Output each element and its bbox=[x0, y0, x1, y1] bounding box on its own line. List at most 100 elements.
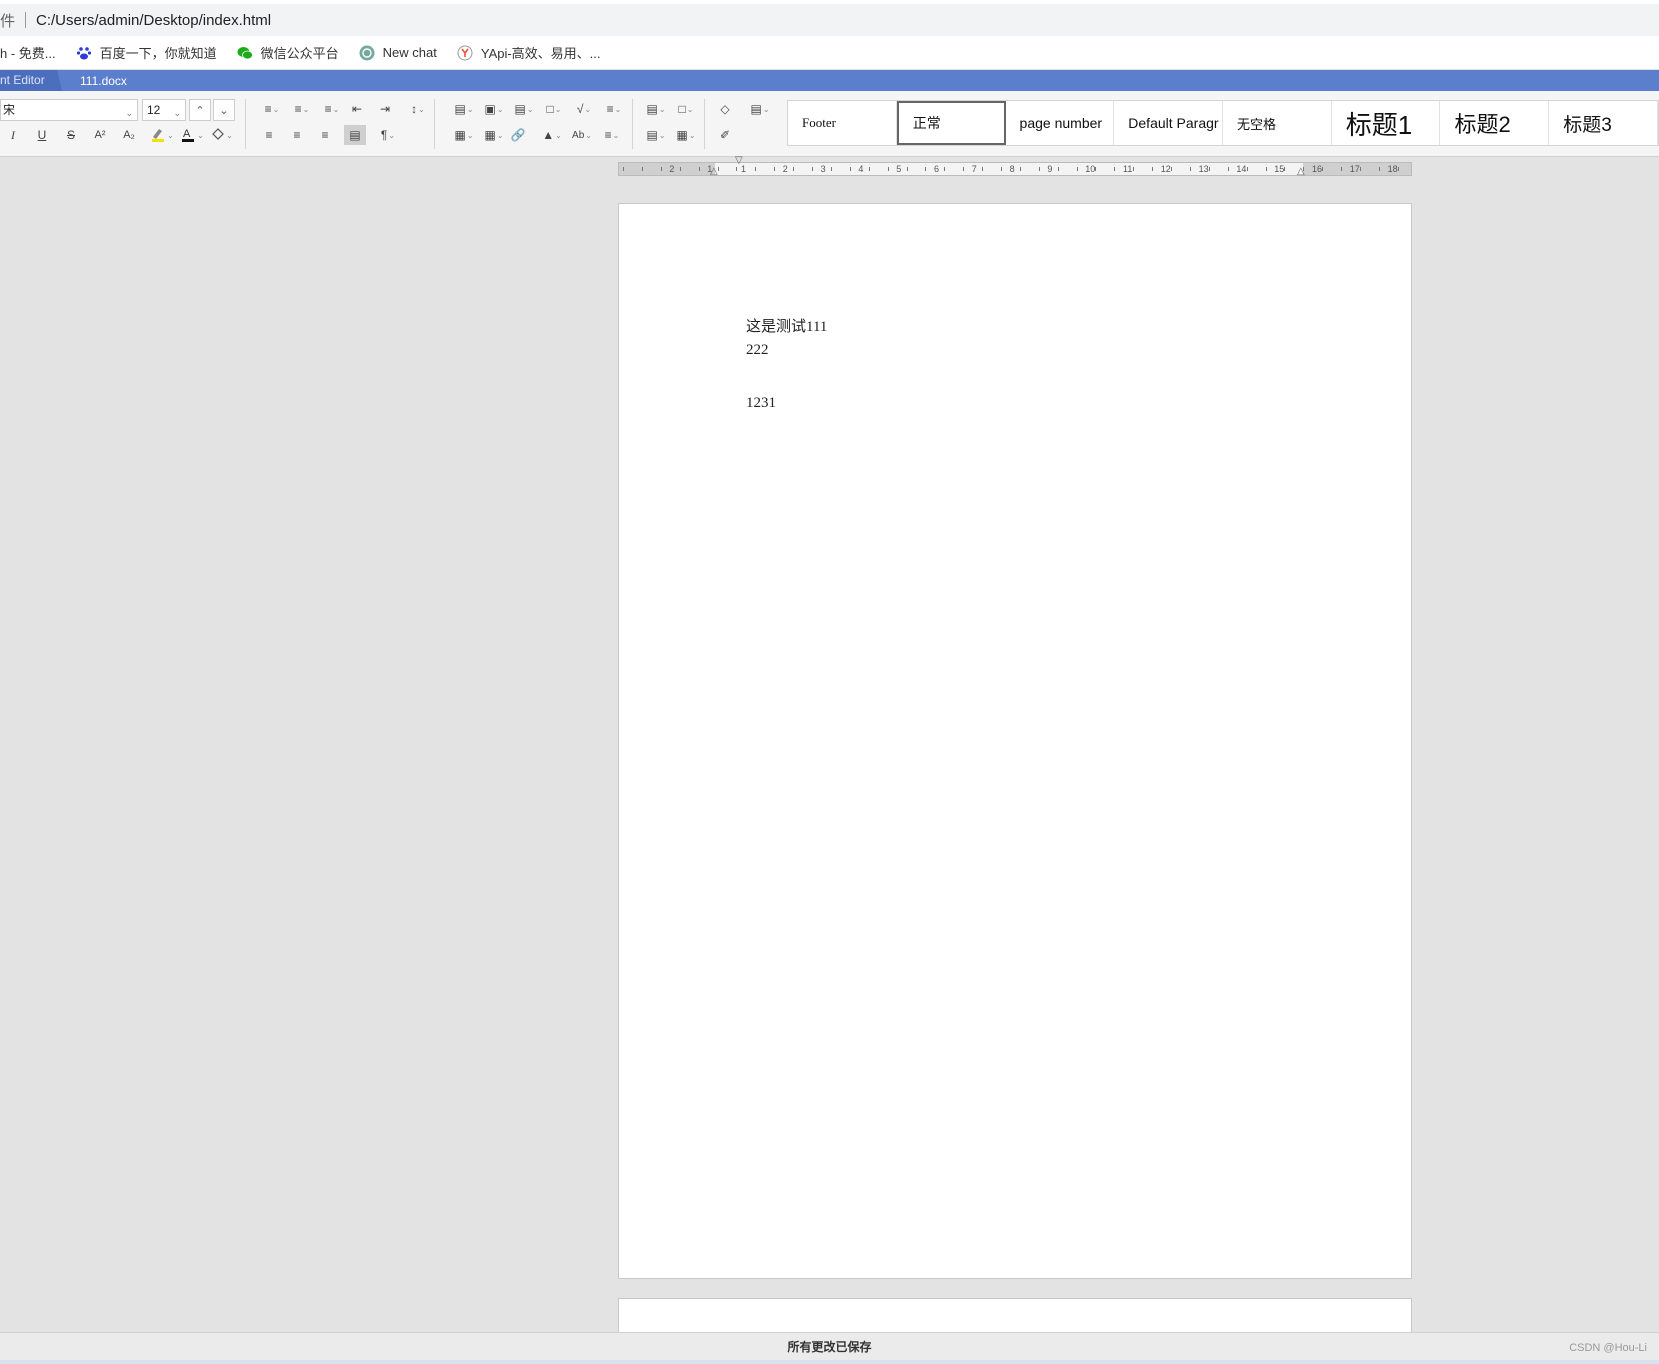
decrease-font-size-button[interactable]: ⌄ bbox=[213, 99, 235, 121]
ruler-tick bbox=[944, 167, 945, 171]
yapi-icon bbox=[457, 45, 473, 61]
page-size-button[interactable]: ▤ ⌄ bbox=[642, 125, 670, 145]
increase-font-size-button[interactable]: ⌃ bbox=[189, 99, 211, 121]
ruler-number: 1 bbox=[741, 164, 747, 174]
decrease-indent-button[interactable]: ⇤ bbox=[346, 99, 368, 119]
chevron-down-icon: ⌄ bbox=[466, 104, 474, 114]
bookmark-item[interactable]: h - 免费... bbox=[0, 43, 56, 62]
chevron-down-icon: ⌄ bbox=[197, 130, 204, 140]
paragraph-marks-button[interactable]: ¶ ⌄ bbox=[374, 125, 402, 145]
text-direction-icon: ≡ bbox=[604, 128, 612, 142]
spell-check-button[interactable]: Ab ⌄ bbox=[568, 125, 596, 145]
ruler-tick bbox=[831, 167, 832, 171]
ruler-tick bbox=[869, 167, 870, 171]
bookmark-baidu[interactable]: 百度一下，你就知道 bbox=[76, 43, 217, 62]
insert-image-button[interactable]: ▣ ⌄ bbox=[480, 99, 508, 119]
text-direction-button[interactable]: ≡ ⌄ bbox=[598, 125, 626, 145]
textbox-icon: □ bbox=[546, 102, 554, 116]
clear-formatting-button[interactable]: ◇ bbox=[714, 99, 736, 119]
insert-textbox-button[interactable]: □ ⌄ bbox=[540, 99, 568, 119]
insert-chart-button[interactable]: ▤ ⌄ bbox=[510, 99, 538, 119]
align-center-button[interactable]: ≡ bbox=[286, 125, 308, 145]
tab-app-name[interactable]: nt Editor bbox=[0, 70, 62, 91]
style-no-spacing[interactable]: 无空格 bbox=[1223, 101, 1332, 145]
chevron-down-icon: ⌄ bbox=[526, 104, 534, 114]
ruler-tick bbox=[925, 167, 926, 171]
insert-shape-button[interactable]: ▲ ⌄ bbox=[538, 125, 566, 145]
ruler-tick bbox=[1171, 167, 1172, 171]
align-right-button[interactable]: ≡ bbox=[314, 125, 336, 145]
borders-button[interactable]: ▦ ⌄ bbox=[450, 125, 478, 145]
subscript-button[interactable]: A₂ bbox=[118, 125, 140, 145]
insert-link-button[interactable]: 🔗 bbox=[507, 125, 529, 145]
tab-document[interactable]: 111.docx bbox=[80, 74, 127, 88]
align-center-icon: ≡ bbox=[293, 128, 301, 142]
italic-button[interactable]: I bbox=[2, 125, 24, 145]
change-case-button[interactable]: ▤ ⌄ bbox=[746, 99, 774, 119]
document-line[interactable]: 这是测试111 bbox=[746, 315, 827, 336]
ruler-tick bbox=[755, 167, 756, 171]
superscript-button[interactable]: A² bbox=[89, 125, 111, 145]
ruler-number: 13 bbox=[1198, 164, 1209, 174]
ruler-tick bbox=[812, 167, 813, 171]
baidu-paw-icon bbox=[76, 45, 92, 61]
font-color-button[interactable]: A ⌄ bbox=[178, 125, 206, 145]
strikethrough-button[interactable]: S bbox=[60, 125, 82, 145]
document-line[interactable]: 1231 bbox=[746, 395, 776, 412]
align-left-button[interactable]: ≡ bbox=[258, 125, 280, 145]
shape-icon: ▲ bbox=[542, 128, 555, 142]
ruler-number: 12 bbox=[1160, 164, 1171, 174]
document-page[interactable]: 这是测试111 222 1231 bbox=[618, 203, 1412, 1279]
style-page-number[interactable]: page number bbox=[1006, 101, 1115, 145]
bookmark-yapi[interactable]: YApi-高效、易用、... bbox=[457, 43, 601, 62]
ruler-tick bbox=[850, 167, 851, 171]
chevron-down-icon: ⌄ bbox=[332, 104, 340, 114]
ruler-tick bbox=[1360, 167, 1361, 171]
fill-color-button[interactable]: ⌄ bbox=[208, 125, 236, 145]
columns-button[interactable]: ▦ ⌄ bbox=[672, 125, 700, 145]
bookmark-new-chat[interactable]: New chat bbox=[359, 45, 437, 61]
line-spacing-button[interactable]: ↕ ⌄ bbox=[404, 99, 432, 119]
highlight-color-button[interactable]: ⌄ bbox=[148, 125, 176, 145]
bookmark-wechat[interactable]: 微信公众平台 bbox=[237, 43, 339, 62]
numbered-list-button[interactable]: ≡ ⌄ bbox=[288, 99, 316, 119]
ruler-tick bbox=[1001, 167, 1002, 171]
style-default-paragraph[interactable]: Default Paragr bbox=[1114, 101, 1224, 145]
ruler-tick bbox=[1152, 167, 1153, 171]
outdent-icon: ⇤ bbox=[351, 102, 363, 116]
ruler-number: 2 bbox=[782, 164, 788, 174]
insert-equation-button[interactable]: √ ⌄ bbox=[570, 99, 598, 119]
link-icon: 🔗 bbox=[510, 128, 526, 142]
ruler-tick bbox=[1341, 167, 1342, 171]
style-footer[interactable]: Footer bbox=[788, 101, 897, 145]
underline-button[interactable]: U bbox=[31, 125, 53, 145]
justify-button[interactable]: ▤ bbox=[344, 125, 366, 145]
style-heading-1[interactable]: 标题1 bbox=[1332, 101, 1441, 145]
eraser-icon: ◇ bbox=[720, 102, 730, 116]
horizontal-ruler[interactable]: ▽ △ △ 2 1 1 2 3 4 5 6 7 8 9 10 11 12 13 14 15 16 17 18 bbox=[618, 155, 1412, 177]
address-url[interactable]: C:/Users/admin/Desktop/index.html bbox=[36, 12, 271, 29]
bullet-list-button[interactable]: ≡ ⌄ bbox=[258, 99, 286, 119]
insert-page-break-button[interactable]: ▤ ⌄ bbox=[450, 99, 478, 119]
watermark: CSDN @Hou-Li bbox=[1569, 1342, 1647, 1354]
increase-indent-button[interactable]: ⇥ bbox=[374, 99, 396, 119]
chevron-down-icon: ⌄ bbox=[418, 104, 425, 114]
font-family-select[interactable]: 宋 ⌄ bbox=[0, 99, 138, 121]
insert-list-button[interactable]: ≡ ⌄ bbox=[600, 99, 628, 119]
ruler-tick bbox=[1284, 167, 1285, 171]
chevron-down-icon: ⌄ bbox=[272, 104, 280, 114]
format-painter-button[interactable]: ✐ bbox=[714, 125, 736, 145]
style-normal[interactable]: 正常 bbox=[896, 101, 1006, 145]
line-spacing-icon: ↕ bbox=[411, 102, 418, 116]
address-bar[interactable]: 件 C:/Users/admin/Desktop/index.html bbox=[0, 0, 1659, 36]
document-line[interactable]: 222 bbox=[746, 342, 769, 359]
font-size-value: 12 bbox=[147, 103, 161, 117]
font-size-select[interactable]: 12 ⌄ bbox=[142, 99, 186, 121]
insert-table-button[interactable]: ▦ ⌄ bbox=[480, 125, 508, 145]
page-margins-button[interactable]: □ ⌄ bbox=[672, 99, 700, 119]
style-heading-3[interactable]: 标题3 bbox=[1549, 101, 1658, 145]
page-size-icon: ▤ bbox=[646, 128, 658, 142]
multilevel-list-button[interactable]: ≡ ⌄ bbox=[318, 99, 346, 119]
style-heading-2[interactable]: 标题2 bbox=[1440, 101, 1550, 145]
page-orientation-button[interactable]: ▤ ⌄ bbox=[642, 99, 670, 119]
